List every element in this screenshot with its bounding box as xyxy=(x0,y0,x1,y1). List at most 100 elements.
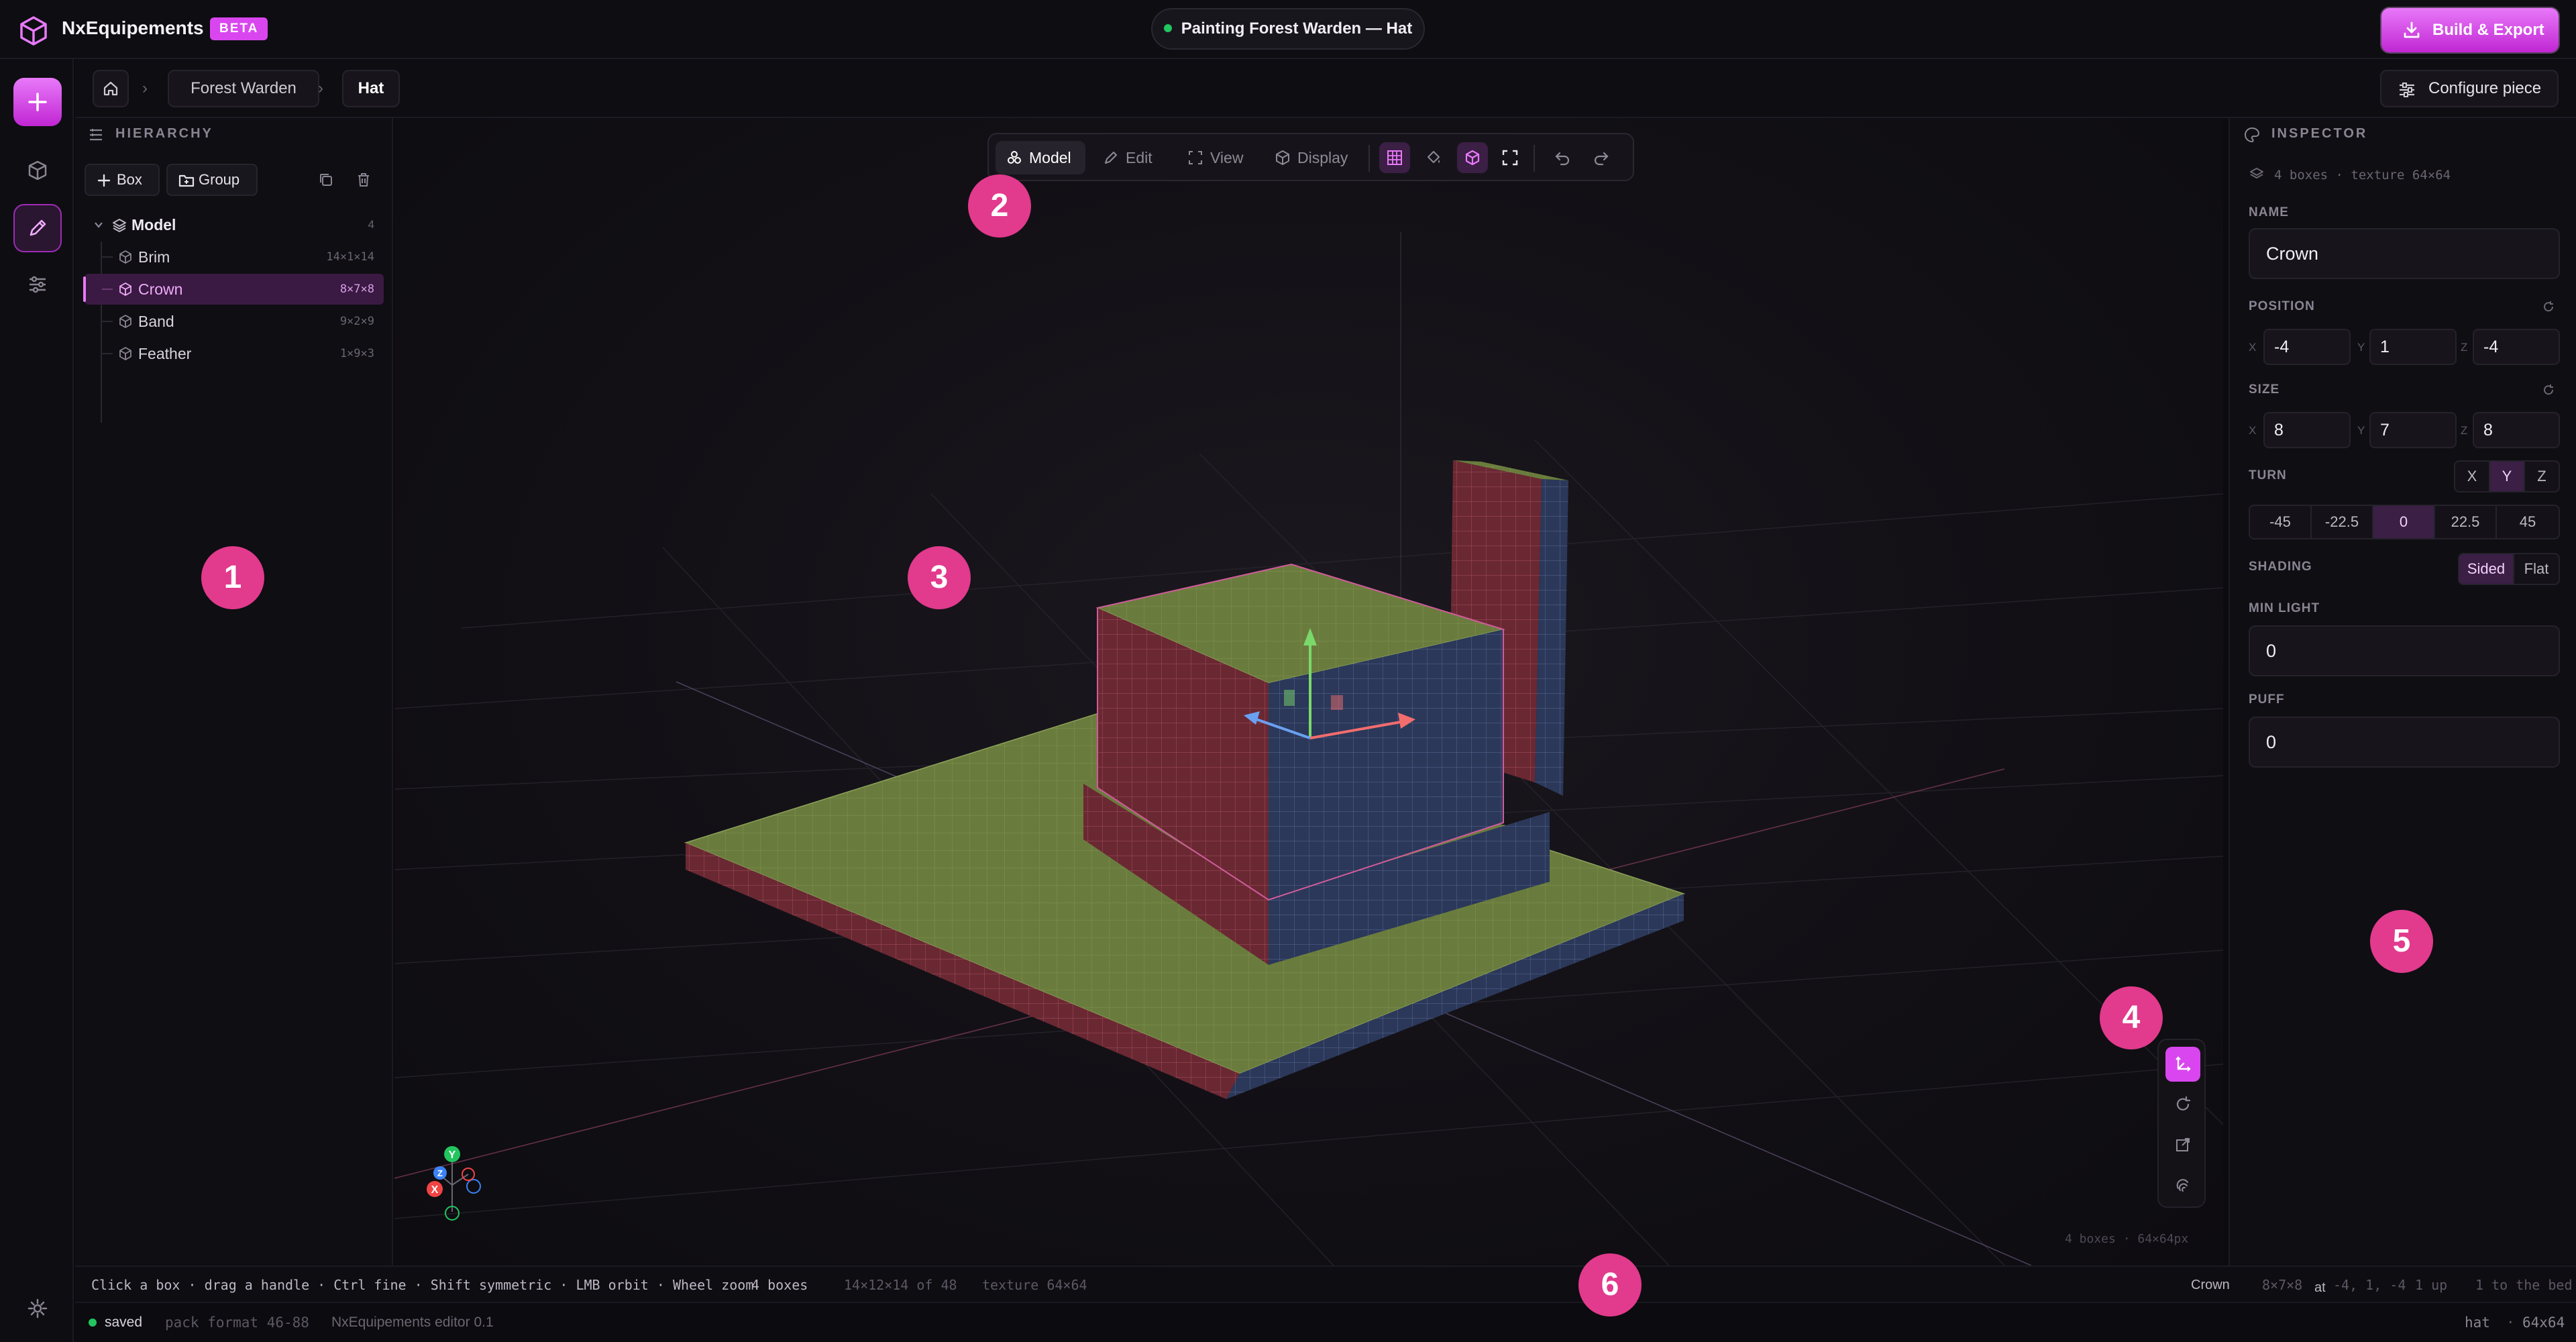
build-export-button[interactable]: Build & Export xyxy=(2381,8,2559,52)
fullscreen-toggle[interactable] xyxy=(1495,142,1525,173)
redo-button[interactable] xyxy=(1586,142,1617,173)
name-field[interactable]: Crown xyxy=(2249,228,2560,279)
scene-canvas[interactable]: Y X Z xyxy=(394,118,2223,1266)
tree-item-feather[interactable]: Feather 1×9×3 xyxy=(85,338,384,369)
position-label: POSITION xyxy=(2249,299,2315,313)
axes-tool-button[interactable] xyxy=(2165,1047,2200,1082)
turn-angle-45[interactable]: 45 xyxy=(2497,506,2559,538)
solid-view-toggle[interactable] xyxy=(1457,142,1488,173)
tab-view[interactable]: View xyxy=(1177,141,1257,174)
list-icon xyxy=(90,129,102,141)
pencil-icon xyxy=(30,219,46,236)
turn-angle-22[interactable]: 22.5 xyxy=(2435,506,2497,538)
status-pill: Painting Forest Warden — Hat xyxy=(1151,8,1425,50)
position-z-input[interactable]: -4 xyxy=(2473,329,2560,365)
cube-icon xyxy=(119,250,131,264)
tab-label: Model xyxy=(1029,149,1071,166)
home-button[interactable] xyxy=(93,70,129,107)
settings-sliders-button[interactable] xyxy=(13,260,62,309)
tree-item-size: 14×1×14 xyxy=(326,250,374,264)
top-bar: NxEquipements BETA Painting Forest Warde… xyxy=(0,0,2576,59)
turn-axis-y[interactable]: Y xyxy=(2490,462,2525,491)
add-box-button[interactable]: Box xyxy=(85,164,160,196)
3d-viewport[interactable]: Y X Z Model Edit View Display 4 boxes · … xyxy=(394,118,2223,1266)
shading-selector: Sided Flat xyxy=(2458,553,2560,585)
duplicate-button[interactable] xyxy=(311,165,341,195)
cube-logo-icon xyxy=(20,16,47,46)
puff-input[interactable]: 0 xyxy=(2249,717,2560,768)
tree-item-band[interactable]: Band 9×2×9 xyxy=(85,306,384,337)
position-y-input[interactable]: 1 xyxy=(2369,329,2457,365)
tree-item-brim[interactable]: Brim 14×1×14 xyxy=(85,242,384,272)
add-group-label: Group xyxy=(199,171,240,188)
turn-label: TURN xyxy=(2249,468,2287,482)
shading-sided[interactable]: Sided xyxy=(2459,554,2514,584)
selection-name: Crown xyxy=(2191,1278,2230,1292)
scale-tool-button[interactable] xyxy=(2165,1127,2200,1162)
shading-flat[interactable]: Flat xyxy=(2514,554,2559,584)
tab-display[interactable]: Display xyxy=(1264,141,1359,174)
turn-axis-x[interactable]: X xyxy=(2455,462,2490,491)
min-light-input[interactable]: 0 xyxy=(2249,625,2560,676)
selection-size: 8×7×8 xyxy=(2262,1277,2303,1293)
tree-branch xyxy=(102,289,113,290)
configure-piece-button[interactable]: Configure piece xyxy=(2380,70,2559,107)
turn-angle-0[interactable]: 0 xyxy=(2373,506,2435,538)
model-mode-button[interactable] xyxy=(13,146,62,195)
grid-toggle[interactable] xyxy=(1379,142,1410,173)
download-icon xyxy=(2404,21,2420,38)
callout-marker-5: 5 xyxy=(2370,910,2433,973)
plus-icon xyxy=(28,93,47,111)
breadcrumb-forest-warden[interactable]: Forest Warden xyxy=(168,70,319,107)
tree-item-size: 9×2×9 xyxy=(339,315,374,328)
reset-size-icon[interactable] xyxy=(2541,382,2556,397)
tab-model[interactable]: Model xyxy=(996,141,1085,174)
cube-icon xyxy=(1465,150,1480,166)
snap-tool-button[interactable] xyxy=(2165,1168,2200,1202)
tree-item-model[interactable]: Model 4 xyxy=(85,209,384,240)
toolbar-divider xyxy=(1368,145,1370,172)
add-group-button[interactable]: Group xyxy=(166,164,258,196)
delete-button[interactable] xyxy=(349,165,378,195)
sliders-icon xyxy=(2400,83,2414,97)
paint-bucket-icon xyxy=(1428,151,1440,163)
gear-button[interactable] xyxy=(13,1284,62,1333)
gizmo-y-label: Y xyxy=(449,1149,456,1161)
axis-x-label: X xyxy=(2249,341,2257,354)
size-y-input[interactable]: 7 xyxy=(2369,412,2457,448)
selection-position: -4, 1, -4 xyxy=(2333,1277,2406,1293)
turn-axis-z[interactable]: Z xyxy=(2525,462,2559,491)
turn-angle-minus-45[interactable]: -45 xyxy=(2250,506,2312,538)
size-x-input[interactable]: 8 xyxy=(2263,412,2351,448)
paint-bucket-toggle[interactable] xyxy=(1418,142,1449,173)
position-x-input[interactable]: -4 xyxy=(2263,329,2351,365)
chevron-down-icon xyxy=(95,222,103,228)
tree-item-label: Brim xyxy=(138,248,170,266)
reset-position-icon[interactable] xyxy=(2541,299,2556,314)
status-bar: saved pack format 46-88 NxEquipements ed… xyxy=(75,1302,2576,1342)
breadcrumb-hat[interactable]: Hat xyxy=(342,70,400,107)
add-button[interactable] xyxy=(13,78,62,126)
tree-item-crown[interactable]: Crown 8×7×8 xyxy=(83,274,384,305)
turn-angle-minus-22[interactable]: -22.5 xyxy=(2312,506,2373,538)
sliders-icon xyxy=(30,276,46,293)
undo-icon xyxy=(1555,152,1570,166)
size-z-input[interactable]: 8 xyxy=(2473,412,2560,448)
viewport-corner-stat: 4 boxes · 64×64px xyxy=(2065,1232,2189,1246)
gizmo-x-label: X xyxy=(431,1184,439,1196)
tree-branch xyxy=(102,256,113,258)
app-name: NxEquipements xyxy=(62,17,204,38)
brush-icon xyxy=(1105,152,1117,164)
rotate-tool-button[interactable] xyxy=(2165,1087,2200,1122)
puff-label: PUFF xyxy=(2249,692,2285,707)
cube-icon xyxy=(119,347,131,360)
tab-edit[interactable]: Edit xyxy=(1092,141,1170,174)
size-label: SIZE xyxy=(2249,382,2280,397)
axis-x-label: X xyxy=(2249,424,2257,437)
status-dot-icon xyxy=(1163,23,1172,32)
paint-mode-button[interactable] xyxy=(13,204,62,252)
selection-at-word: at xyxy=(2314,1280,2326,1295)
min-light-label: MIN LIGHT xyxy=(2249,601,2320,615)
orientation-gizmo[interactable]: Y X Z xyxy=(427,1146,481,1221)
undo-button[interactable] xyxy=(1547,142,1578,173)
